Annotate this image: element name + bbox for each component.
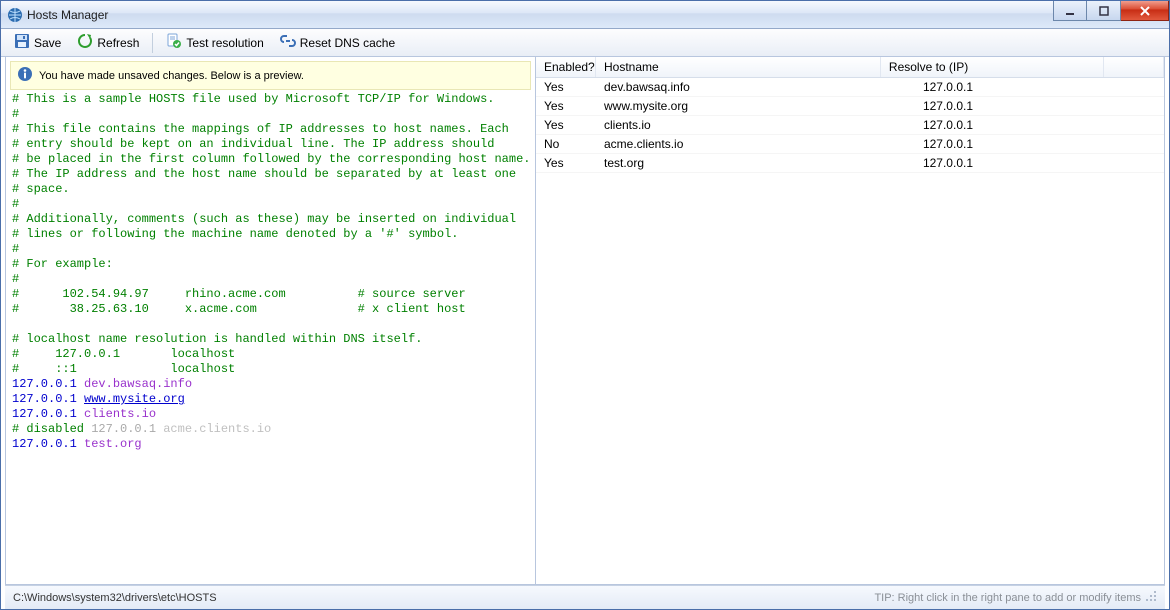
save-label: Save: [34, 36, 61, 50]
refresh-button[interactable]: Refresh: [70, 30, 146, 55]
reset-dns-button[interactable]: Reset DNS cache: [273, 30, 402, 55]
status-bar: C:\Windows\system32\drivers\etc\HOSTS TI…: [5, 585, 1165, 609]
close-button[interactable]: [1121, 1, 1169, 21]
table-body[interactable]: Yesdev.bawsaq.info127.0.0.1Yeswww.mysite…: [536, 78, 1164, 605]
table-header: Enabled? Hostname Resolve to (IP): [536, 57, 1164, 78]
cell-host: acme.clients.io: [596, 135, 915, 153]
header-hostname[interactable]: Hostname: [596, 57, 881, 77]
info-icon: [17, 66, 33, 85]
document-check-icon: [166, 33, 182, 52]
left-pane: You have made unsaved changes. Below is …: [6, 57, 536, 584]
toolbar-separator: [152, 33, 153, 53]
cell-ip: 127.0.0.1: [915, 78, 1164, 96]
table-row[interactable]: Yestest.org127.0.0.1: [536, 154, 1164, 173]
cell-ip: 127.0.0.1: [915, 154, 1164, 172]
cell-enabled: Yes: [536, 78, 596, 96]
header-resolve[interactable]: Resolve to (IP): [881, 57, 1104, 77]
title-bar[interactable]: Hosts Manager: [1, 1, 1169, 29]
disk-icon: [14, 33, 30, 52]
unsaved-notice: You have made unsaved changes. Below is …: [10, 61, 531, 90]
status-path: C:\Windows\system32\drivers\etc\HOSTS: [13, 592, 217, 604]
table-row[interactable]: Noacme.clients.io127.0.0.1: [536, 135, 1164, 154]
main-body: You have made unsaved changes. Below is …: [5, 57, 1165, 585]
window-title: Hosts Manager: [27, 8, 108, 22]
table-row[interactable]: Yesclients.io127.0.0.1: [536, 116, 1164, 135]
status-tip: TIP: Right click in the right pane to ad…: [874, 592, 1141, 604]
notice-text: You have made unsaved changes. Below is …: [39, 70, 304, 82]
cell-enabled: Yes: [536, 97, 596, 115]
cell-host: clients.io: [596, 116, 915, 134]
right-pane[interactable]: Enabled? Hostname Resolve to (IP) Yesdev…: [536, 57, 1164, 584]
cell-ip: 127.0.0.1: [915, 135, 1164, 153]
cell-host: www.mysite.org: [596, 97, 915, 115]
cell-ip: 127.0.0.1: [915, 97, 1164, 115]
refresh-icon: [77, 33, 93, 52]
toolbar: Save Refresh Test resolution Reset DNS c…: [1, 29, 1169, 57]
cell-enabled: Yes: [536, 154, 596, 172]
hosts-editor[interactable]: # This is a sample HOSTS file used by Mi…: [6, 90, 535, 584]
reset-label: Reset DNS cache: [300, 36, 395, 50]
header-spacer: [1104, 57, 1164, 77]
cell-enabled: No: [536, 135, 596, 153]
minimize-button[interactable]: [1053, 1, 1087, 21]
cell-host: test.org: [596, 154, 915, 172]
app-window: Hosts Manager Save Refresh Test resoluti…: [0, 0, 1170, 610]
cell-ip: 127.0.0.1: [915, 116, 1164, 134]
resize-grip-icon[interactable]: [1145, 590, 1157, 605]
test-resolution-button[interactable]: Test resolution: [159, 30, 270, 55]
cell-enabled: Yes: [536, 116, 596, 134]
table-row[interactable]: Yeswww.mysite.org127.0.0.1: [536, 97, 1164, 116]
refresh-label: Refresh: [97, 36, 139, 50]
maximize-button[interactable]: [1087, 1, 1121, 21]
app-icon: [7, 7, 23, 23]
save-button[interactable]: Save: [7, 30, 68, 55]
cell-host: dev.bawsaq.info: [596, 78, 915, 96]
header-enabled[interactable]: Enabled?: [536, 57, 596, 77]
link-refresh-icon: [280, 33, 296, 52]
table-row[interactable]: Yesdev.bawsaq.info127.0.0.1: [536, 78, 1164, 97]
test-label: Test resolution: [186, 36, 263, 50]
